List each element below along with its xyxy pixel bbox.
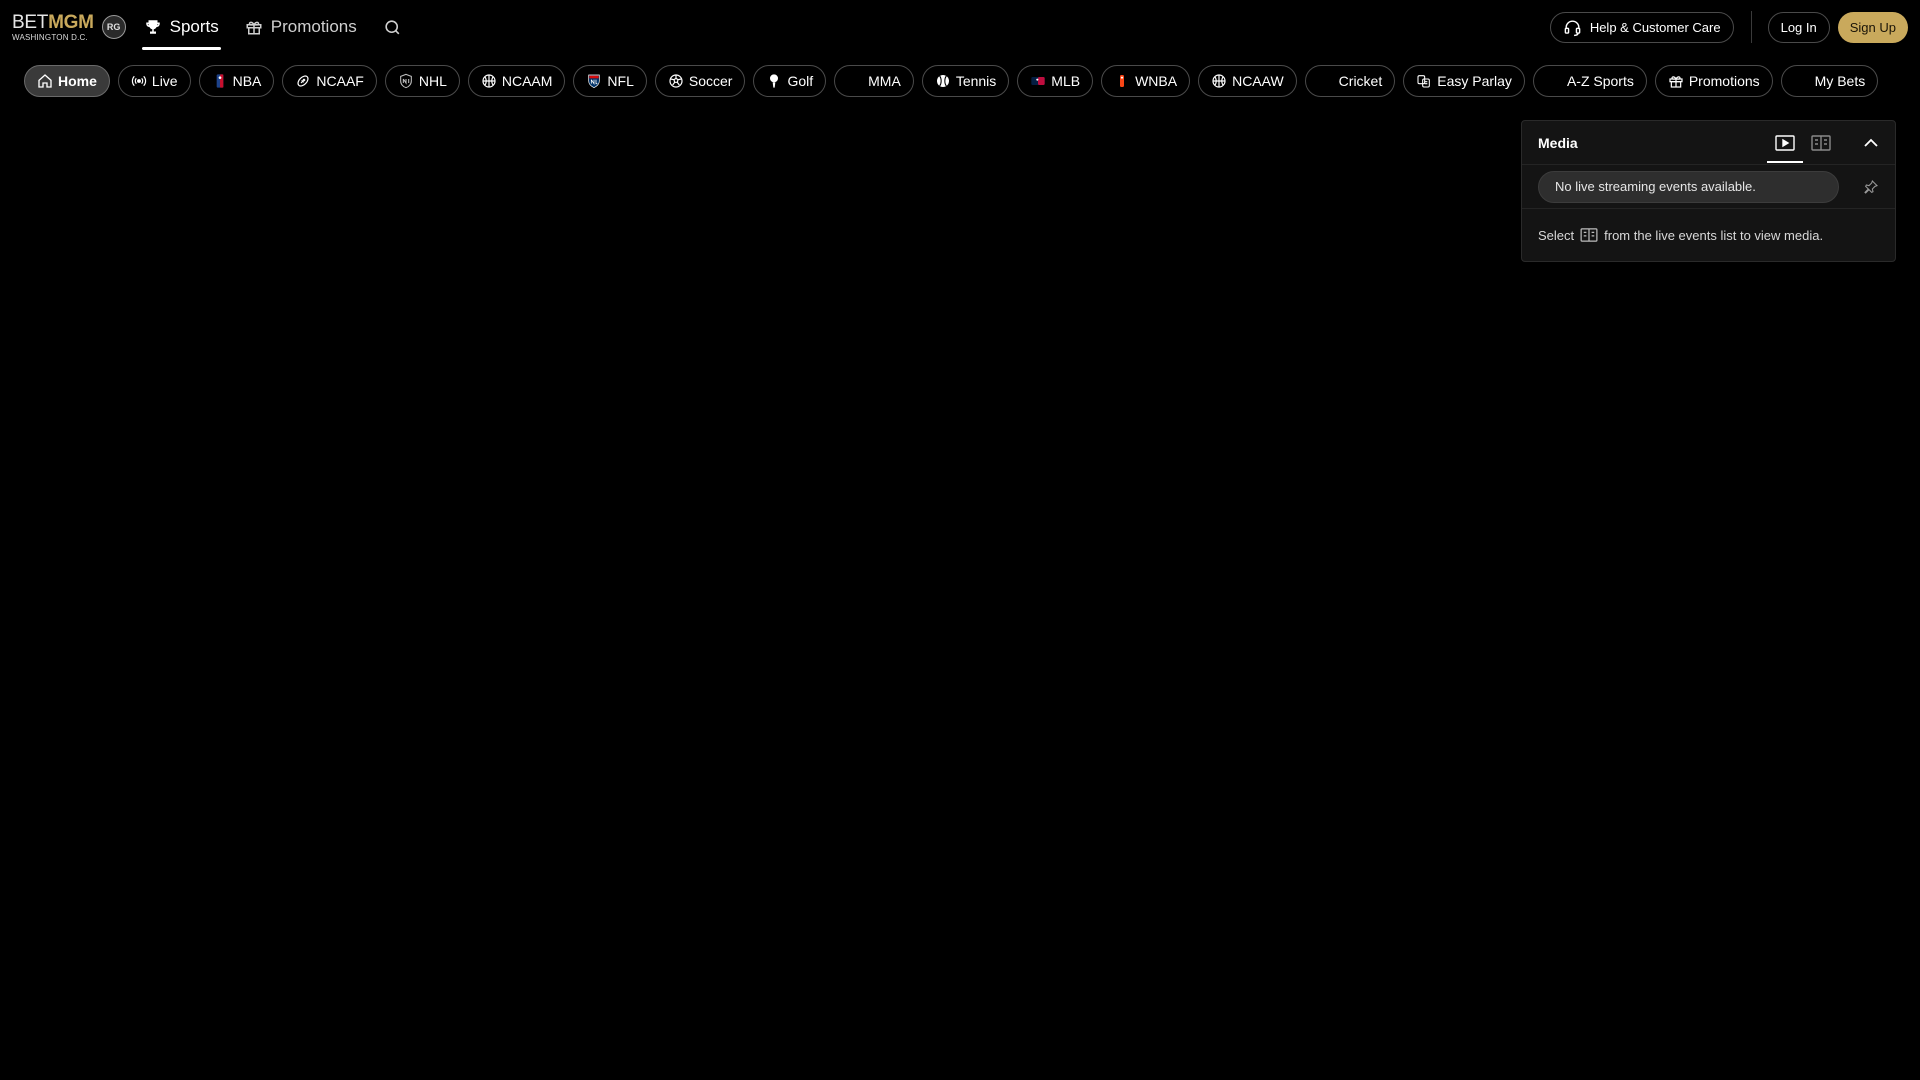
cricket-icon — [1318, 73, 1334, 89]
media-panel: Media No live streaming events available… — [1521, 120, 1896, 262]
chip-nhl[interactable]: NHL — [384, 65, 460, 97]
betmgm-logo[interactable]: BETMGM WASHINGTON D.C. — [12, 13, 94, 42]
media-title: Media — [1538, 134, 1578, 151]
wnba-logo-icon — [1120, 75, 1125, 87]
chip-cricket[interactable]: Cricket — [1304, 65, 1396, 97]
golf-tee-icon — [770, 74, 779, 88]
chip-live[interactable]: Live — [117, 65, 191, 97]
media-tab-video[interactable] — [1767, 121, 1803, 165]
chip-nfl[interactable]: NFL — [573, 65, 647, 97]
home-icon — [38, 74, 52, 88]
nav-promotions[interactable]: Promotions — [243, 0, 359, 54]
basketball-icon — [1212, 74, 1226, 88]
header-divider — [1750, 11, 1752, 43]
login-button[interactable]: Log In — [1767, 11, 1830, 43]
gift-icon — [246, 21, 262, 35]
nav-sports[interactable]: Sports — [141, 0, 221, 54]
trophy-icon — [145, 20, 160, 34]
logo-wordmark: BETMGM — [12, 11, 94, 33]
scoreboard-icon — [1811, 134, 1831, 151]
nav-sports-label: Sports — [169, 17, 219, 36]
chip-easy-parlay[interactable]: Easy Parlay — [1403, 65, 1525, 97]
chip-golf[interactable]: Golf — [753, 65, 827, 97]
football-icon — [297, 75, 309, 87]
mlb-logo-icon — [1031, 77, 1045, 85]
pin-button[interactable] — [1839, 179, 1879, 195]
chip-ncaaw[interactable]: NCAAW — [1198, 65, 1297, 97]
video-play-icon — [1775, 134, 1795, 151]
chip-promotions[interactable]: Promotions — [1654, 65, 1773, 97]
search-icon — [385, 19, 400, 34]
nhl-logo-icon — [399, 73, 412, 89]
parlay-icon — [1417, 75, 1431, 88]
chip-ncaam[interactable]: NCAAM — [467, 65, 566, 97]
chip-home[interactable]: Home — [24, 65, 110, 97]
logo-region: WASHINGTON D.C. — [12, 32, 88, 42]
basketball-icon — [482, 74, 496, 88]
pin-icon — [1864, 179, 1878, 194]
media-hint-after: from the live events list to view media. — [1604, 227, 1824, 243]
media-hint-before: Select — [1538, 227, 1575, 243]
media-header: Media — [1522, 121, 1895, 165]
my-bets-icon — [1794, 73, 1810, 89]
search-button[interactable] — [383, 18, 402, 37]
chip-nba[interactable]: NBA — [198, 65, 275, 97]
media-tab-scoreboard[interactable] — [1803, 121, 1839, 165]
chip-mlb[interactable]: MLB — [1017, 65, 1094, 97]
nav-promotions-label: Promotions — [270, 17, 357, 36]
top-header: BETMGM WASHINGTON D.C. RG Sports Promoti… — [0, 0, 1920, 54]
sports-chip-bar: Home Live NBA NCAAF NHL NCAAM NFL Soccer… — [24, 65, 1879, 97]
help-label: Help & Customer Care — [1589, 19, 1721, 35]
chip-soccer[interactable]: Soccer — [654, 65, 746, 97]
chip-a-z-sports[interactable]: A-Z Sports — [1532, 65, 1647, 97]
media-hint: Select from the live events list to view… — [1522, 209, 1895, 261]
responsible-gaming-badge[interactable]: RG — [101, 15, 126, 39]
a-z-sports-icon — [1546, 73, 1562, 89]
help-customer-care-button[interactable]: Help & Customer Care — [1549, 11, 1734, 43]
signup-button[interactable]: Sign Up — [1837, 11, 1908, 43]
media-select-row: No live streaming events available. — [1522, 165, 1895, 209]
chip-ncaaf[interactable]: NCAAF — [282, 65, 377, 97]
media-event-select[interactable]: No live streaming events available. — [1538, 170, 1839, 203]
chip-my-bets[interactable]: My Bets — [1780, 65, 1879, 97]
scoreboard-icon — [1580, 228, 1598, 242]
chevron-up-icon — [1864, 138, 1878, 147]
nfl-logo-icon — [588, 74, 601, 89]
chip-tennis[interactable]: Tennis — [921, 65, 1010, 97]
mma-icon — [847, 73, 863, 89]
headset-icon — [1564, 19, 1581, 36]
live-broadcast-icon — [131, 75, 146, 87]
gift-icon — [1669, 76, 1683, 88]
soccer-ball-icon — [669, 74, 683, 88]
tennis-ball-icon — [936, 75, 949, 87]
chip-wnba[interactable]: WNBA — [1101, 65, 1191, 97]
chip-mma[interactable]: MMA — [834, 65, 914, 97]
nba-logo-icon — [216, 74, 223, 88]
media-collapse-button[interactable] — [1839, 121, 1879, 165]
